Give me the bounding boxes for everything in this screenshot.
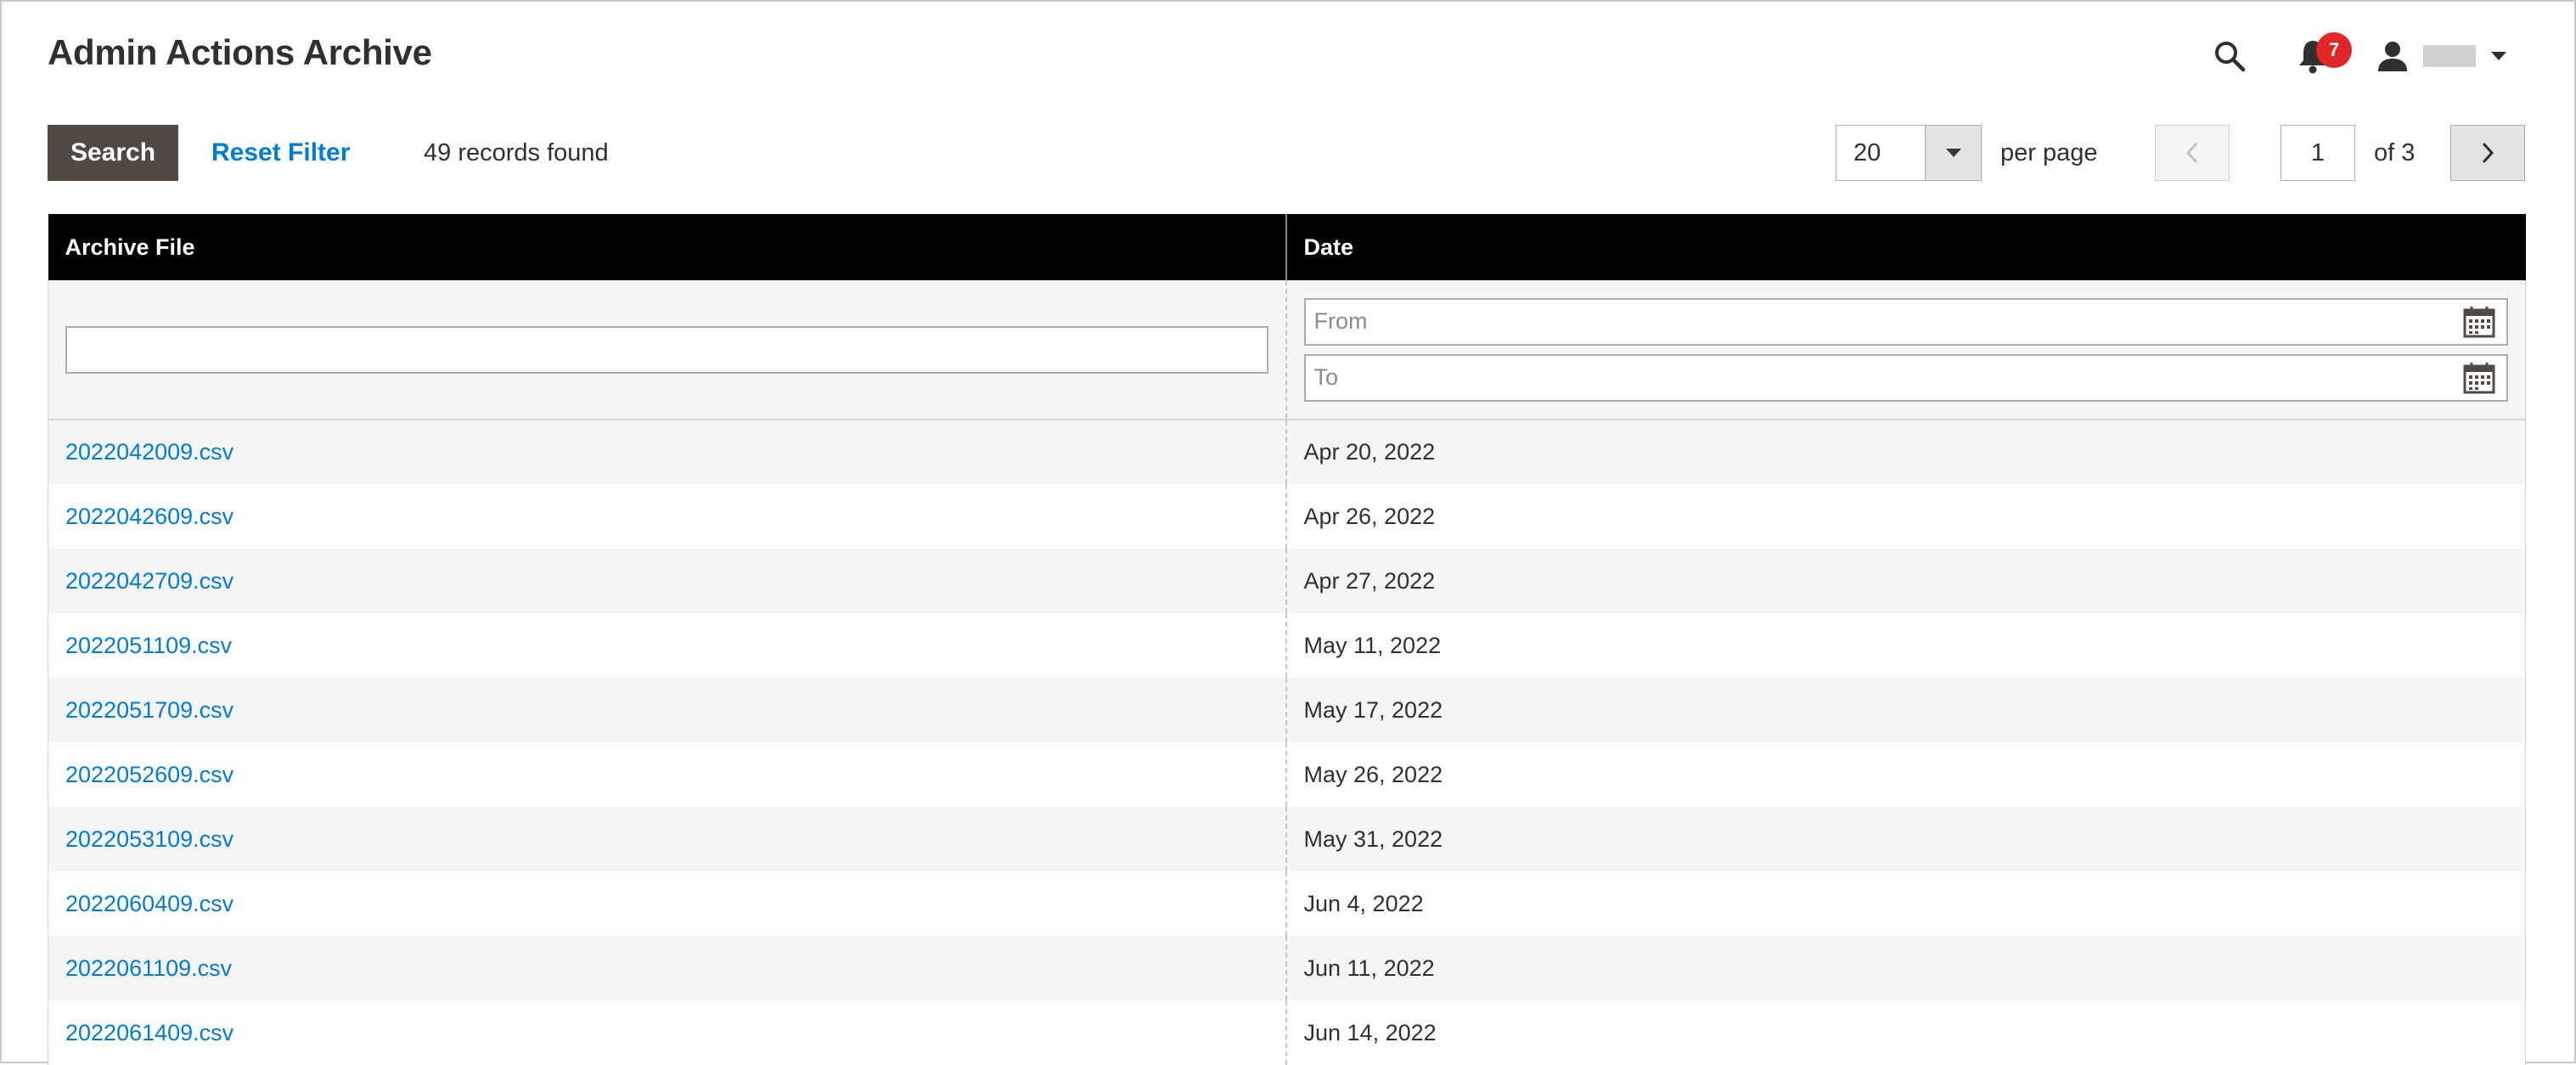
filter-row: From To [48, 280, 2526, 420]
grid-toolbar: Search Reset Filter 49 records found 20 … [48, 125, 2525, 181]
calendar-icon[interactable] [2461, 359, 2498, 397]
date-cell: Apr 26, 2022 [1285, 484, 2526, 549]
archive-file-cell: 2022060409.csv [48, 871, 1287, 936]
current-page-input[interactable]: 1 [2281, 125, 2355, 181]
notifications-button[interactable]: 7 [2289, 32, 2352, 80]
archive-grid: Archive File Date From To 2022042009.csv… [48, 214, 2526, 1065]
caret-down-icon [2491, 52, 2506, 60]
grid-header-row: Archive File Date [48, 214, 2526, 280]
date-cell: Apr 27, 2022 [1285, 549, 2526, 613]
date-cell: May 17, 2022 [1285, 678, 2526, 742]
date-cell: Jun 4, 2022 [1285, 871, 2526, 936]
archive-file-link[interactable]: 2022042609.csv [65, 504, 233, 529]
archive-file-cell: 2022042609.csv [48, 484, 1287, 549]
date-cell: May 26, 2022 [1285, 742, 2526, 807]
reset-filter-link[interactable]: Reset Filter [211, 125, 350, 181]
table-row: 2022060409.csv Jun 4, 2022 [48, 871, 2526, 936]
per-page-select[interactable]: 20 [1836, 125, 1982, 181]
archive-file-cell: 2022042709.csv [48, 549, 1287, 613]
search-icon[interactable] [2206, 32, 2253, 80]
date-cell: Apr 20, 2022 [1285, 420, 2526, 484]
archive-file-cell: 2022042009.csv [48, 420, 1287, 484]
next-page-button[interactable] [2450, 125, 2525, 181]
table-row: 2022042609.csv Apr 26, 2022 [48, 484, 2526, 549]
date-to-input[interactable]: To [1303, 353, 2508, 402]
date-cell: May 11, 2022 [1285, 613, 2526, 678]
archive-file-cell: 2022051109.csv [48, 613, 1287, 678]
table-row: 2022042009.csv Apr 20, 2022 [48, 420, 2526, 484]
table-row: 2022051109.csv May 11, 2022 [48, 613, 2526, 678]
date-cell: Jun 11, 2022 [1285, 936, 2526, 1000]
date-cell: May 31, 2022 [1285, 807, 2526, 871]
archive-file-link[interactable]: 2022061109.csv [65, 955, 232, 981]
previous-page-button[interactable] [2155, 125, 2230, 181]
column-header-archive-file[interactable]: Archive File [48, 214, 1287, 280]
archive-file-link[interactable]: 2022042009.csv [65, 439, 233, 465]
calendar-icon[interactable] [2461, 303, 2498, 341]
chevron-right-icon [2482, 142, 2494, 164]
archive-file-cell: 2022061409.csv [48, 1000, 1287, 1065]
column-header-date[interactable]: Date [1285, 214, 2526, 280]
user-name [2423, 45, 2476, 67]
archive-file-link[interactable]: 2022052609.csv [65, 762, 233, 787]
chevron-left-icon [2185, 142, 2198, 164]
date-to-placeholder: To [1313, 364, 1339, 390]
archive-file-cell: 2022061109.csv [48, 936, 1287, 1000]
user-menu[interactable] [2376, 39, 2506, 73]
date-from-input[interactable]: From [1303, 297, 2508, 346]
table-row: 2022052609.csv May 26, 2022 [48, 742, 2526, 807]
records-count: 49 records found [424, 138, 609, 166]
archive-file-link[interactable]: 2022061409.csv [65, 1020, 233, 1045]
archive-file-link[interactable]: 2022051109.csv [65, 633, 232, 658]
page-title: Admin Actions Archive [48, 32, 432, 72]
archive-file-link[interactable]: 2022060409.csv [65, 891, 233, 916]
archive-file-cell: 2022051709.csv [48, 678, 1287, 742]
table-row: 2022061409.csv Jun 14, 2022 [48, 1000, 2526, 1065]
per-page-label: per page [2000, 138, 2098, 166]
user-icon [2378, 42, 2407, 71]
archive-file-link[interactable]: 2022051709.csv [65, 697, 233, 723]
filter-cell-date: From To [1285, 280, 2526, 420]
search-button[interactable]: Search [48, 125, 178, 181]
table-row: 2022061109.csv Jun 11, 2022 [48, 936, 2526, 1000]
filter-cell-file [48, 280, 1287, 420]
archive-file-cell: 2022052609.csv [48, 742, 1287, 807]
total-pages: of 3 [2374, 138, 2416, 166]
chevron-down-icon [1945, 149, 1961, 157]
per-page-value: 20 [1853, 138, 1881, 166]
date-from-placeholder: From [1313, 308, 1368, 334]
archive-file-cell: 2022053109.csv [48, 807, 1287, 871]
archive-file-link[interactable]: 2022042709.csv [65, 568, 233, 594]
per-page-dropdown-button[interactable] [1925, 126, 1981, 180]
archive-file-filter-input[interactable] [65, 325, 1268, 374]
archive-file-link[interactable]: 2022053109.csv [65, 826, 233, 852]
date-cell: Jun 14, 2022 [1285, 1000, 2526, 1065]
header-actions: 7 [2206, 32, 2506, 80]
table-row: 2022051709.csv May 17, 2022 [48, 678, 2526, 742]
table-row: 2022042709.csv Apr 27, 2022 [48, 549, 2526, 613]
table-row: 2022053109.csv May 31, 2022 [48, 807, 2526, 871]
notification-count-badge: 7 [2316, 32, 2352, 68]
